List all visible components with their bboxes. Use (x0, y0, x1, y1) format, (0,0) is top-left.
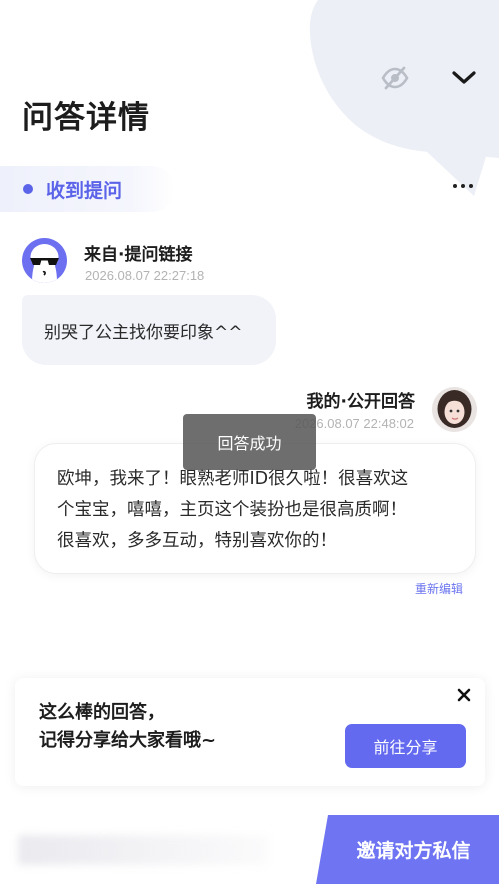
question-timestamp: 2026.08.07 22:27:18 (85, 268, 205, 283)
more-options-icon[interactable] (451, 178, 475, 194)
re-edit-link[interactable]: 重新编辑 (415, 580, 463, 597)
active-dot (23, 184, 33, 194)
tab-received-questions[interactable]: 收到提问 (0, 166, 175, 212)
page-title: 问答详情 (22, 100, 150, 136)
success-toast: 回答成功 (183, 414, 316, 470)
blurred-footer-text (18, 835, 268, 865)
question-source: 来自·提问链接 (84, 245, 193, 265)
share-prompt-line: 记得分享给大家看哦~ (39, 730, 217, 751)
answer-source: 我的·公开回答 (306, 392, 415, 412)
go-share-button[interactable]: 前往分享 (345, 724, 466, 768)
asker-avatar (22, 238, 67, 283)
chevron-down-icon[interactable] (451, 70, 477, 90)
tab-label: 收到提问 (46, 179, 123, 202)
answer-line: 个宝宝，嘻嘻，主页这个装扮也是很高质啊！ (57, 500, 407, 520)
close-icon[interactable] (455, 686, 473, 704)
eye-slash-icon[interactable] (381, 66, 409, 94)
invite-private-message-button[interactable]: 邀请对方私信 (316, 815, 499, 884)
answerer-avatar (432, 387, 477, 432)
share-prompt-card: 这么棒的回答， 记得分享给大家看哦~ 前往分享 (15, 678, 485, 786)
share-prompt-line: 这么棒的回答， (39, 702, 165, 723)
question-bubble: 别哭了公主找你要印象^^ (22, 295, 276, 365)
answer-line: 很喜欢，多多互动，特别喜欢你的！ (57, 531, 337, 551)
